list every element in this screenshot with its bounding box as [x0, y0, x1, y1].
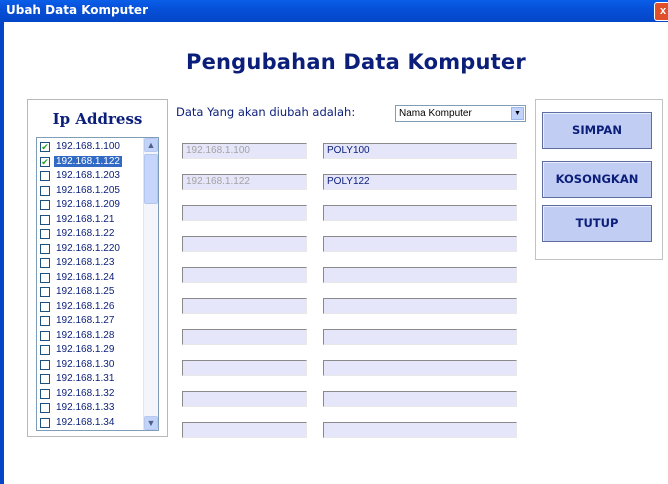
- checkbox[interactable]: [40, 200, 50, 210]
- ip-address-label: 192.168.1.26: [56, 300, 115, 312]
- value-field[interactable]: POLY122: [323, 174, 517, 190]
- checkbox[interactable]: [40, 417, 50, 428]
- ip-field[interactable]: 192.168.1.122: [182, 174, 307, 190]
- ip-address-list[interactable]: 192.168.1.34 192.168.1.33 192.168.1.32 192.…: [36, 137, 159, 431]
- window-frame: [0, 22, 4, 484]
- value-field[interactable]: [323, 205, 517, 221]
- clear-button[interactable]: KOSONGKAN: [542, 161, 652, 198]
- ip-address-label: 192.168.1.31: [56, 373, 115, 384]
- ip-address-label: 192.168.1.32: [56, 387, 115, 399]
- value-field[interactable]: [323, 422, 517, 438]
- ip-field[interactable]: [182, 329, 307, 345]
- ip-field[interactable]: [182, 422, 307, 438]
- close-button[interactable]: TUTUP: [542, 205, 652, 242]
- list-scrollbar[interactable]: ▲ ▼: [143, 138, 158, 430]
- checkbox[interactable]: [40, 330, 50, 341]
- close-window-button[interactable]: x: [654, 2, 668, 21]
- field-select[interactable]: Nama Komputer ▼: [395, 105, 526, 122]
- checkbox[interactable]: [40, 403, 50, 413]
- ip-field[interactable]: [182, 298, 307, 314]
- ip-address-label: 192.168.1.33: [56, 402, 115, 413]
- ip-address-label: 192.168.1.25: [56, 286, 115, 297]
- checkbox[interactable]: [40, 301, 50, 312]
- ip-field[interactable]: [182, 205, 307, 221]
- value-field[interactable]: [323, 236, 517, 252]
- save-button[interactable]: SIMPAN: [542, 112, 652, 149]
- value-field[interactable]: POLY100: [323, 143, 517, 159]
- checkbox[interactable]: [40, 258, 50, 268]
- checkbox[interactable]: [40, 171, 50, 181]
- ip-address-label: 192.168.1.205: [56, 184, 120, 196]
- checkbox[interactable]: [40, 359, 50, 370]
- ip-field[interactable]: [182, 391, 307, 407]
- ip-field[interactable]: [182, 236, 307, 252]
- value-field[interactable]: [323, 360, 517, 376]
- ip-address-label: 192.168.1.209: [56, 199, 120, 210]
- ip-address-label: 192.168.1.23: [56, 257, 115, 268]
- scroll-down-icon[interactable]: ▼: [144, 416, 158, 430]
- ip-address-title: Ip Address: [52, 110, 143, 128]
- title-bar: Ubah Data Komputer x: [0, 0, 668, 22]
- ip-address-label: 192.168.1.27: [56, 315, 115, 326]
- ip-address-label: 192.168.1.34: [56, 416, 115, 428]
- checkbox-checked[interactable]: ✔: [40, 142, 50, 152]
- ip-address-label: 192.168.1.203: [56, 170, 120, 181]
- ip-address-label: 192.168.1.28: [56, 329, 115, 341]
- ip-address-label: 192.168.1.122: [54, 155, 122, 167]
- checkbox[interactable]: [40, 243, 50, 254]
- value-field[interactable]: [323, 329, 517, 345]
- checkbox[interactable]: [40, 287, 50, 297]
- field-select-value: Nama Komputer: [399, 108, 472, 119]
- scroll-thumb[interactable]: [144, 154, 158, 204]
- value-field[interactable]: [323, 298, 517, 314]
- ip-address-label: 192.168.1.24: [56, 271, 115, 283]
- ip-address-label: 192.168.1.100: [56, 141, 120, 152]
- checkbox[interactable]: [40, 345, 50, 355]
- value-field[interactable]: [323, 267, 517, 283]
- checkbox-checked[interactable]: ✔: [40, 156, 50, 167]
- checkbox[interactable]: [40, 388, 50, 399]
- ip-address-label: 192.168.1.30: [56, 358, 115, 370]
- ip-field[interactable]: [182, 267, 307, 283]
- page-title: Pengubahan Data Komputer: [186, 50, 526, 74]
- ip-field[interactable]: 192.168.1.100: [182, 143, 307, 159]
- scroll-up-icon[interactable]: ▲: [144, 138, 158, 152]
- checkbox[interactable]: [40, 374, 50, 384]
- ip-address-label: 192.168.1.220: [56, 242, 120, 254]
- ip-address-label: 192.168.1.22: [56, 228, 115, 239]
- checkbox[interactable]: [40, 229, 50, 239]
- ip-field[interactable]: [182, 360, 307, 376]
- window-title: Ubah Data Komputer: [6, 3, 148, 17]
- checkbox[interactable]: [40, 185, 50, 196]
- ip-address-label: 192.168.1.29: [56, 344, 115, 355]
- chevron-down-icon[interactable]: ▼: [511, 107, 524, 120]
- value-field[interactable]: [323, 391, 517, 407]
- checkbox[interactable]: [40, 316, 50, 326]
- ip-address-label: 192.168.1.21: [56, 213, 115, 225]
- checkbox[interactable]: [40, 214, 50, 225]
- field-prompt-label: Data Yang akan diubah adalah:: [176, 105, 356, 119]
- checkbox[interactable]: [40, 272, 50, 283]
